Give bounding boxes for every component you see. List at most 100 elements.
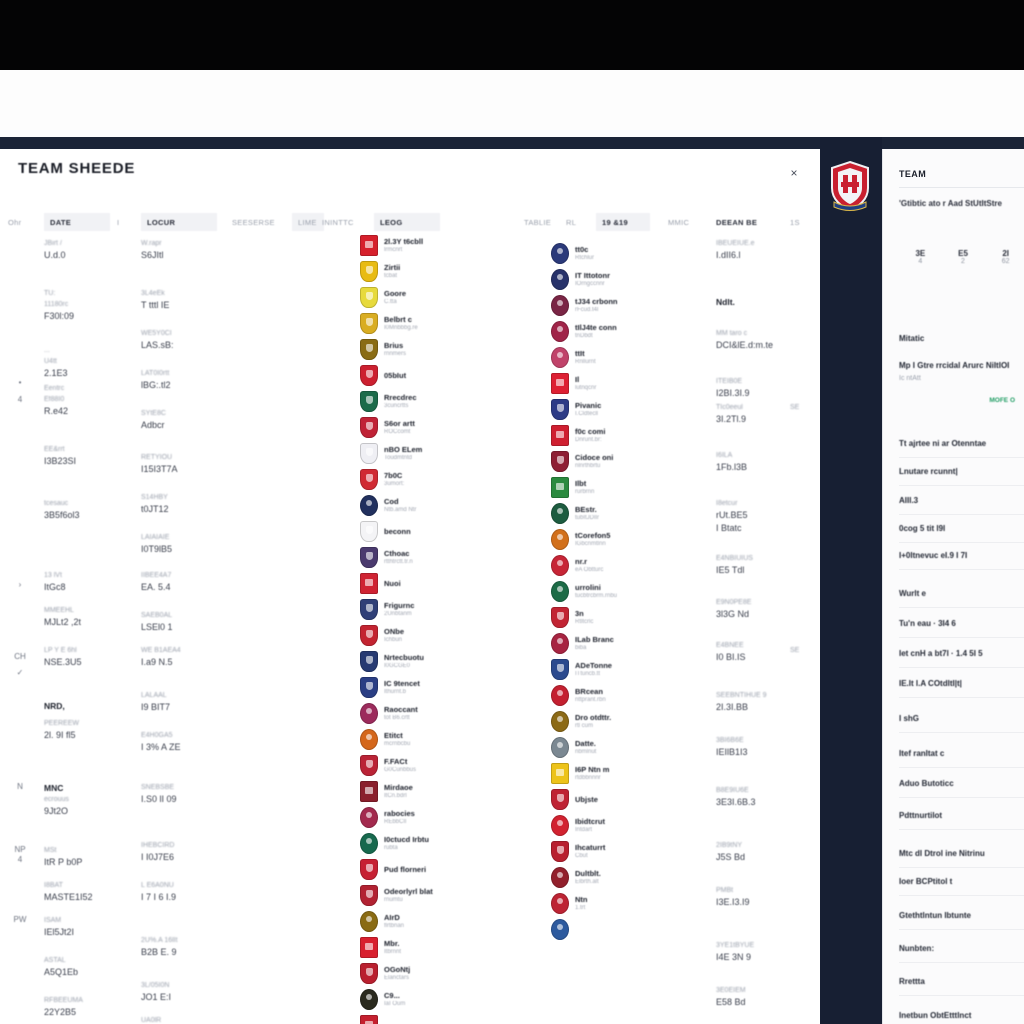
gutter-mark-0[interactable]: •: [10, 378, 30, 387]
details-cell-5[interactable]: TIc0eeul 3I.2Tl.9: [716, 402, 746, 426]
column-header-9[interactable]: RL: [566, 213, 582, 231]
list-item[interactable]: AIrD flrtbnan: [360, 908, 433, 934]
team-list-right[interactable]: tt0c Rtchlur IT Ittotonr IOrngccnnr tJ34 crb…: [551, 240, 618, 942]
location-cell-17[interactable]: 3L/05I0N JO1 E:I: [141, 980, 171, 1004]
date-cell-14[interactable]: ISAM IEl5Jt2I: [44, 915, 74, 939]
date-cell-16[interactable]: RFBEEUMA 22Y2B5: [44, 995, 83, 1019]
match-title[interactable]: Mp I Gtre rrcidal Arurc NiItIOI: [899, 361, 1024, 370]
close-icon[interactable]: ×: [786, 165, 802, 181]
column-header-2[interactable]: I: [117, 213, 131, 231]
panel-row-14[interactable]: Ioer BCPtitol t: [899, 877, 952, 886]
list-item[interactable]: BRcean nttprant.rbn: [551, 682, 618, 708]
list-item[interactable]: ADeTonne ITtuncb.tt: [551, 656, 618, 682]
details-cell-16[interactable]: PMBt I3E.I3.I9: [716, 885, 750, 909]
location-cell-14[interactable]: IHEBCIRD I I0J7E6: [141, 840, 174, 864]
column-header-5[interactable]: LIME: [292, 213, 324, 231]
gutter-mark-5[interactable]: N: [10, 782, 30, 791]
location-cell-4[interactable]: SYtE8C Adbcr: [141, 408, 166, 432]
list-item[interactable]: Mirdaoe ItCn.bdrl: [360, 778, 433, 804]
details-cell-0[interactable]: IBEUEIUE.e I.dII6.l: [716, 238, 755, 262]
list-item[interactable]: 05bIut: [360, 362, 433, 388]
gutter-mark-8[interactable]: PW: [10, 915, 30, 924]
list-item[interactable]: Frigurnc 2Unbtanm: [360, 596, 433, 622]
details-cell-8[interactable]: E4NBIUIUS IE5 Tdl: [716, 553, 753, 577]
gutter-mark-4[interactable]: ✓: [10, 668, 30, 677]
list-item[interactable]: Dro otdttr. rtl cum: [551, 708, 618, 734]
list-item[interactable]: 2l.3Y t6cbll lrmcnrt: [360, 232, 433, 258]
list-item[interactable]: Dultblt. Elbrth.alt: [551, 864, 618, 890]
list-item[interactable]: Cod Ntb.amd Ntr: [360, 492, 433, 518]
location-cell-3[interactable]: LAT0I0rtt lBG:.tl2: [141, 368, 171, 392]
list-item[interactable]: rabocies REbbCIl: [360, 804, 433, 830]
list-item[interactable]: tCorefon5 IGbcnmtlnn: [551, 526, 618, 552]
details-cell-10[interactable]: E4BNEE I0 BI.IS: [716, 640, 746, 664]
list-item[interactable]: C9... IaI Oum: [360, 986, 433, 1012]
list-item[interactable]: ttIt Rnllurnt: [551, 344, 618, 370]
panel-row-16[interactable]: Nunbten:: [899, 944, 934, 953]
details-cell-6[interactable]: I6ILA 1Fb.l3B: [716, 450, 747, 474]
panel-row-8[interactable]: IE.It l.A COtdItI|t|: [899, 679, 962, 688]
list-item[interactable]: 3n Rtltcrlc: [551, 604, 618, 630]
list-item[interactable]: Etitct mcrnbcbu: [360, 726, 433, 752]
list-item[interactable]: Raoccant tot B6.crtt: [360, 700, 433, 726]
panel-row-17[interactable]: Rrettta: [899, 977, 925, 986]
details-cell-2[interactable]: MM taro c DCI&lE.d:m.te: [716, 328, 773, 352]
details-cell-9[interactable]: E9N0PE8E 3l3G Nd: [716, 597, 751, 621]
panel-row-6[interactable]: Tu'n eau · 3I4 6: [899, 619, 956, 628]
panel-row-0[interactable]: Tt ajrtee ni ar Otenntae: [899, 439, 986, 448]
details-cell-3[interactable]: ITEIB0E I2BI.3I.9: [716, 376, 750, 400]
column-header-11[interactable]: MMIC: [668, 213, 702, 231]
location-cell-5[interactable]: RETYIOU I15I3T7A: [141, 452, 178, 476]
date-cell-12[interactable]: MSt ItR P b0P: [44, 845, 82, 869]
date-cell-1[interactable]: TU: 11180rc F30l:09: [44, 288, 74, 323]
panel-row-2[interactable]: AIIl.3: [899, 496, 918, 505]
location-cell-11[interactable]: LALAAL I9 BIT7: [141, 690, 170, 714]
list-item[interactable]: Cidoce oni nlnrthbrtu: [551, 448, 618, 474]
location-cell-6[interactable]: S14HBY t0JT12: [141, 492, 169, 516]
list-item[interactable]: tIlJ4te conn tnDbdt: [551, 318, 618, 344]
date-cell-9[interactable]: NRD,: [44, 700, 65, 712]
column-header-0[interactable]: Ohr: [8, 213, 38, 231]
panel-row-13[interactable]: Mtc dl Dtrol ine Nitrinu: [899, 849, 985, 858]
list-item[interactable]: Mbr. Itbrnnt: [360, 934, 433, 960]
location-cell-0[interactable]: W.rapr S6JItl: [141, 238, 164, 262]
list-item[interactable]: 7b0C 3umort:: [360, 466, 433, 492]
details-cell-14[interactable]: B8E9IU6E 3E3I.6B.3: [716, 785, 756, 809]
list-item[interactable]: Nuoi: [360, 570, 433, 596]
list-item[interactable]: nBO ELem Toudmtntd: [360, 440, 433, 466]
date-cell-11[interactable]: MNC ecrouus 9Jt2O: [44, 782, 69, 818]
panel-row-1[interactable]: Lnutare rcunnt|: [899, 467, 958, 476]
location-cell-8[interactable]: IIBEE4A7 EA. 5.4: [141, 570, 171, 594]
panel-row-5[interactable]: Wurlt e: [899, 589, 926, 598]
list-item[interactable]: Nrtecbuotu I0GCGE0: [360, 648, 433, 674]
list-item[interactable]: Goore C.tta: [360, 284, 433, 310]
panel-row-18[interactable]: Inetbun ObtEtttlnct: [899, 1011, 971, 1020]
panel-row-10[interactable]: Itef ranItat c: [899, 749, 944, 758]
details-cell-13[interactable]: 3BI6B6E IEIlB1I3: [716, 735, 748, 759]
date-cell-6[interactable]: 13 lVt ItGc8: [44, 570, 66, 594]
team-list-left[interactable]: 2l.3Y t6cbll lrmcnrt Zirtii tcbat Goore C.tta…: [360, 232, 433, 1024]
panel-row-15[interactable]: Gtethtlntun Ibtunte: [899, 911, 971, 920]
details-cell-1[interactable]: Ndlt.: [716, 296, 735, 308]
column-header-3[interactable]: LOCUR: [141, 213, 217, 231]
date-cell-3[interactable]: Eentrc Ef88I0 R.e42: [44, 383, 68, 418]
list-item[interactable]: F.FACt G0Cunbbus: [360, 752, 433, 778]
list-item[interactable]: IT Ittotonr IOrngccnnr: [551, 266, 618, 292]
list-item[interactable]: Brius rnnmers: [360, 336, 433, 362]
gutter-mark-6[interactable]: NP: [10, 845, 30, 854]
column-header-8[interactable]: TABLIE: [524, 213, 558, 231]
list-item[interactable]: urrolini tucbtrcbrm.rnbu: [551, 578, 618, 604]
location-cell-18[interactable]: UA0lR: [141, 1015, 161, 1024]
location-cell-1[interactable]: 3L4eEk T tttl IE: [141, 288, 169, 312]
list-item[interactable]: Pud florneri: [360, 856, 433, 882]
list-item[interactable]: beconn: [360, 518, 433, 544]
list-item[interactable]: Ibidtcrut Intdart: [551, 812, 618, 838]
list-item[interactable]: Ilbt rurbrnn: [551, 474, 618, 500]
list-item[interactable]: Ubjste: [551, 786, 618, 812]
details-cell-12[interactable]: SEEBNTIHUE 9 2I.3I.BB: [716, 690, 767, 714]
panel-row-7[interactable]: Iet cnH a bt7l · 1.4 5I 5: [899, 649, 983, 658]
team-crest-icon[interactable]: [828, 160, 872, 212]
location-cell-10[interactable]: WE B1AEA4 I.a9 N.5: [141, 645, 181, 669]
list-item[interactable]: Odeorlyrl blat rnumtu: [360, 882, 433, 908]
list-item[interactable]: Rrecdrec 3cuncrtts: [360, 388, 433, 414]
